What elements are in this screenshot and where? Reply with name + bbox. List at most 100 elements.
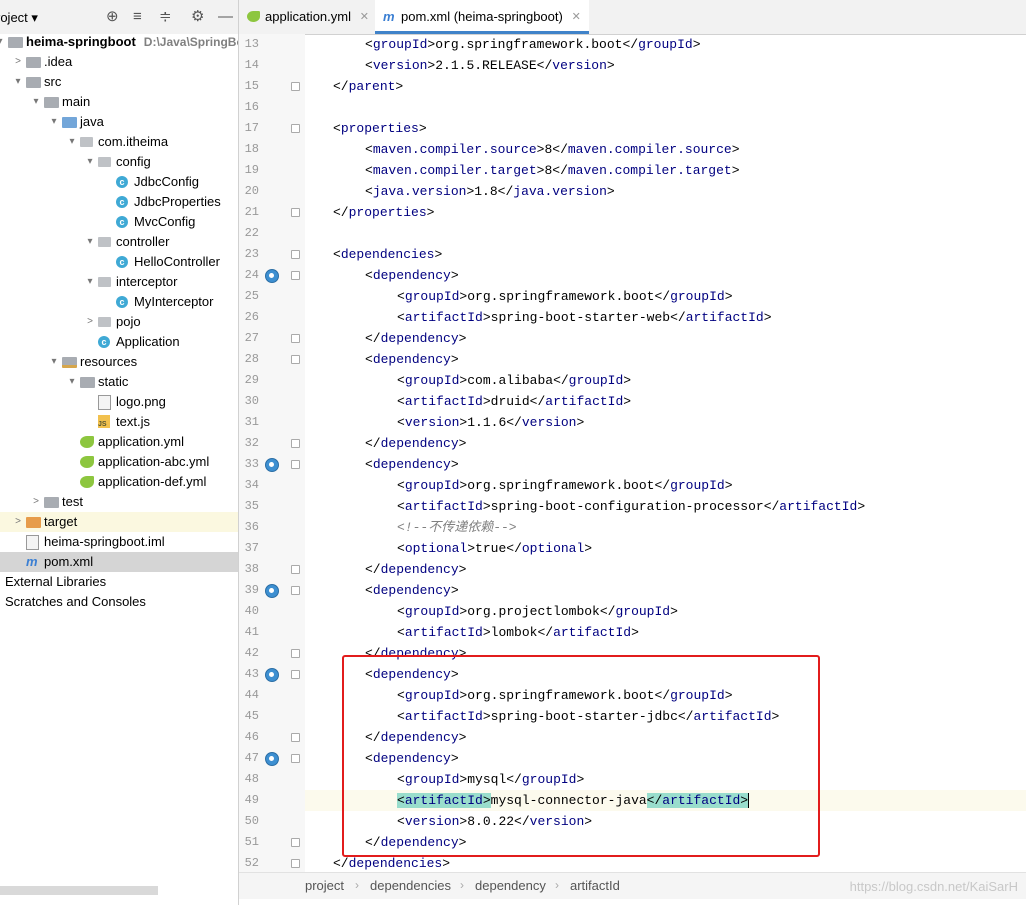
- code-line[interactable]: <java.version>1.8</java.version>: [305, 181, 1026, 202]
- chevron-right-icon[interactable]: >: [12, 52, 24, 72]
- code-line[interactable]: </dependency>: [305, 559, 1026, 580]
- chevron-down-icon[interactable]: ▾: [12, 72, 24, 92]
- chevron-down-icon[interactable]: ▾: [48, 112, 60, 132]
- chevron-down-icon[interactable]: ▾: [66, 132, 78, 152]
- code-line[interactable]: <dependency>: [305, 349, 1026, 370]
- tree-item[interactable]: ▾ heima-springbootD:\Java\SpringBoot\: [0, 32, 238, 52]
- code-line[interactable]: <!--不传递依赖-->: [305, 517, 1026, 538]
- fold-toggle-icon[interactable]: [291, 82, 300, 91]
- tree-item[interactable]: application-def.yml: [0, 472, 238, 492]
- chevron-right-icon[interactable]: >: [84, 312, 96, 332]
- chevron-right-icon[interactable]: >: [12, 512, 24, 532]
- tree-item[interactable]: c HelloController: [0, 252, 238, 272]
- code-line[interactable]: <groupId>org.springframework.boot</group…: [305, 286, 1026, 307]
- close-icon[interactable]: ✕: [360, 0, 369, 34]
- tree-item[interactable]: ▾ static: [0, 372, 238, 392]
- fold-toggle-icon[interactable]: [291, 334, 300, 343]
- fold-toggle-icon[interactable]: [291, 355, 300, 364]
- fold-toggle-icon[interactable]: [291, 439, 300, 448]
- tree-item[interactable]: c MyInterceptor: [0, 292, 238, 312]
- code-line[interactable]: <dependency>: [305, 454, 1026, 475]
- code-line[interactable]: </dependency>: [305, 328, 1026, 349]
- code-line[interactable]: <artifactId>spring-boot-configuration-pr…: [305, 496, 1026, 517]
- tree-item[interactable]: application.yml: [0, 432, 238, 452]
- tree-item[interactable]: ▾ main: [0, 92, 238, 112]
- tree-item[interactable]: ▾ config: [0, 152, 238, 172]
- chevron-down-icon[interactable]: ▾: [66, 372, 78, 392]
- tree-item[interactable]: ▾ resources: [0, 352, 238, 372]
- code-line[interactable]: <dependency>: [305, 580, 1026, 601]
- fold-toggle-icon[interactable]: [291, 754, 300, 763]
- chevron-down-icon[interactable]: ▾: [0, 32, 6, 52]
- horizontal-scrollbar[interactable]: [0, 886, 158, 895]
- fold-toggle-icon[interactable]: [291, 733, 300, 742]
- code-line[interactable]: <groupId>org.springframework.boot</group…: [305, 34, 1026, 55]
- close-icon[interactable]: ✕: [572, 0, 581, 34]
- code-line[interactable]: [305, 97, 1026, 118]
- tree-item[interactable]: > pojo: [0, 312, 238, 332]
- expand-all-icon[interactable]: ≡: [133, 8, 142, 26]
- tree-item[interactable]: ▾ src: [0, 72, 238, 92]
- chevron-right-icon[interactable]: >: [30, 492, 42, 512]
- fold-toggle-icon[interactable]: [291, 859, 300, 868]
- gear-icon[interactable]: ⚙: [191, 8, 204, 26]
- tree-item[interactable]: ▾ interceptor: [0, 272, 238, 292]
- hide-icon[interactable]: —: [218, 8, 233, 26]
- fold-toggle-icon[interactable]: [291, 124, 300, 133]
- fold-toggle-icon[interactable]: [291, 838, 300, 847]
- chevron-down-icon[interactable]: ▾: [30, 92, 42, 112]
- project-view-selector[interactable]: roject ▾: [0, 10, 38, 26]
- code-line[interactable]: <artifactId>lombok</artifactId>: [305, 622, 1026, 643]
- code-line[interactable]: <optional>true</optional>: [305, 538, 1026, 559]
- tree-item[interactable]: c JdbcConfig: [0, 172, 238, 192]
- tree-item[interactable]: External Libraries: [0, 572, 238, 592]
- code-line[interactable]: <version>2.1.5.RELEASE</version>: [305, 55, 1026, 76]
- breadcrumb-item[interactable]: project: [305, 878, 344, 893]
- dependency-gutter-icon[interactable]: [265, 752, 279, 766]
- tree-item[interactable]: c Application: [0, 332, 238, 352]
- tree-item[interactable]: c MvcConfig: [0, 212, 238, 232]
- fold-toggle-icon[interactable]: [291, 460, 300, 469]
- fold-toggle-icon[interactable]: [291, 208, 300, 217]
- code-line[interactable]: <properties>: [305, 118, 1026, 139]
- tree-item[interactable]: Scratches and Consoles: [0, 592, 238, 612]
- dependency-gutter-icon[interactable]: [265, 269, 279, 283]
- tree-item[interactable]: c JdbcProperties: [0, 192, 238, 212]
- chevron-down-icon[interactable]: ▾: [84, 232, 96, 252]
- code-line[interactable]: <maven.compiler.source>8</maven.compiler…: [305, 139, 1026, 160]
- code-line[interactable]: [305, 223, 1026, 244]
- fold-toggle-icon[interactable]: [291, 649, 300, 658]
- code-line[interactable]: </parent>: [305, 76, 1026, 97]
- collapse-all-icon[interactable]: ≑: [159, 8, 172, 26]
- fold-toggle-icon[interactable]: [291, 250, 300, 259]
- tree-item[interactable]: > .idea: [0, 52, 238, 72]
- fold-toggle-icon[interactable]: [291, 670, 300, 679]
- fold-toggle-icon[interactable]: [291, 271, 300, 280]
- code-line[interactable]: <artifactId>druid</artifactId>: [305, 391, 1026, 412]
- tree-item[interactable]: logo.png: [0, 392, 238, 412]
- tree-item[interactable]: application-abc.yml: [0, 452, 238, 472]
- tree-item[interactable]: > test: [0, 492, 238, 512]
- dependency-gutter-icon[interactable]: [265, 458, 279, 472]
- chevron-down-icon[interactable]: ▾: [84, 272, 96, 292]
- breadcrumb-item[interactable]: artifactId: [570, 878, 620, 893]
- code-line[interactable]: <version>1.1.6</version>: [305, 412, 1026, 433]
- chevron-down-icon[interactable]: ▾: [84, 152, 96, 172]
- breadcrumb-item[interactable]: dependencies: [370, 878, 451, 893]
- tree-item[interactable]: JS text.js: [0, 412, 238, 432]
- breadcrumb-item[interactable]: dependency: [475, 878, 546, 893]
- tree-item[interactable]: heima-springboot.iml: [0, 532, 238, 552]
- code-line[interactable]: <artifactId>spring-boot-starter-web</art…: [305, 307, 1026, 328]
- tab-pom-xml[interactable]: m pom.xml (heima-springboot) ✕: [375, 0, 589, 34]
- code-line[interactable]: <dependencies>: [305, 244, 1026, 265]
- code-line[interactable]: </properties>: [305, 202, 1026, 223]
- code-line[interactable]: <groupId>com.alibaba</groupId>: [305, 370, 1026, 391]
- code-line[interactable]: <maven.compiler.target>8</maven.compiler…: [305, 160, 1026, 181]
- tree-item[interactable]: ▾ controller: [0, 232, 238, 252]
- tree-item[interactable]: > target: [0, 512, 238, 532]
- dependency-gutter-icon[interactable]: [265, 668, 279, 682]
- dependency-gutter-icon[interactable]: [265, 584, 279, 598]
- code-line[interactable]: <groupId>org.springframework.boot</group…: [305, 475, 1026, 496]
- tree-item[interactable]: ▾ com.itheima: [0, 132, 238, 152]
- code-line[interactable]: <dependency>: [305, 265, 1026, 286]
